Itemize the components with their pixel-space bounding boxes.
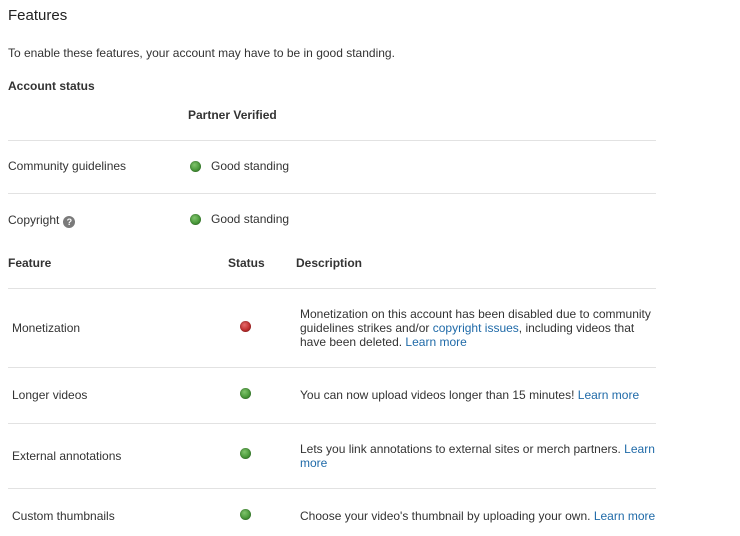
copyright-issues-link[interactable]: copyright issues — [433, 321, 519, 335]
learn-more-link[interactable]: Learn more — [578, 388, 639, 402]
red-status-dot-icon — [240, 321, 251, 332]
divider — [8, 367, 656, 368]
feature-description-external-annotations: Lets you link annotations to external si… — [300, 442, 656, 470]
description-text: Lets you link annotations to external si… — [300, 442, 625, 456]
description-text: You can now upload videos longer than 15… — [300, 388, 578, 402]
status-column-header: Status — [228, 256, 265, 270]
feature-name-monetization: Monetization — [12, 321, 81, 335]
community-guidelines-label: Community guidelines — [8, 159, 127, 173]
copyright-label: Copyright — [8, 213, 60, 227]
feature-column-header: Feature — [8, 256, 52, 270]
feature-name-external-annotations: External annotations — [12, 449, 122, 463]
feature-description-longer-videos: You can now upload videos longer than 15… — [300, 388, 656, 402]
learn-more-link[interactable]: Learn more — [594, 509, 655, 523]
divider — [8, 193, 656, 194]
divider — [8, 288, 656, 289]
divider — [8, 423, 656, 424]
feature-description-custom-thumbnails: Choose your video's thumbnail by uploadi… — [300, 509, 656, 523]
description-column-header: Description — [296, 256, 363, 270]
feature-name-custom-thumbnails: Custom thumbnails — [12, 509, 115, 523]
question-circle-icon[interactable]: ? — [63, 216, 76, 228]
learn-more-link[interactable]: Learn more — [405, 335, 466, 349]
account-status-title: Account status — [8, 79, 95, 93]
copyright-label-row: Copyright? — [8, 213, 76, 228]
feature-description-monetization: Monetization on this account has been di… — [300, 307, 656, 349]
feature-name-longer-videos: Longer videos — [12, 388, 88, 402]
divider — [8, 140, 656, 141]
intro-text: To enable these features, your account m… — [8, 46, 395, 60]
divider — [8, 488, 656, 489]
community-guidelines-status: Good standing — [190, 159, 289, 173]
copyright-status: Good standing — [190, 212, 289, 226]
green-status-dot-icon — [240, 509, 251, 520]
green-status-dot-icon — [190, 160, 201, 172]
page-title: Features — [8, 7, 68, 24]
description-text: Choose your video's thumbnail by uploadi… — [300, 509, 594, 523]
copyright-status-text: Good standing — [211, 212, 290, 226]
green-status-dot-icon — [240, 448, 251, 459]
green-status-dot-icon — [240, 388, 251, 399]
green-status-dot-icon — [190, 213, 201, 225]
community-guidelines-status-text: Good standing — [211, 159, 290, 173]
partner-verified-label: Partner Verified — [188, 108, 277, 122]
